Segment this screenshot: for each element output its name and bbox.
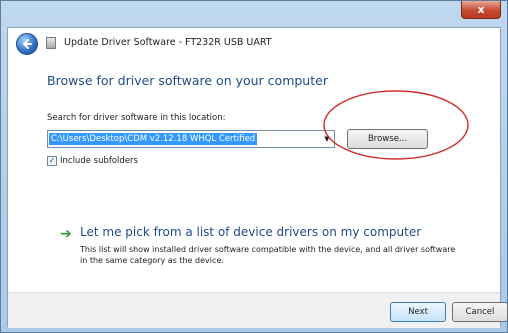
search-location-label: Search for driver software in this locat…: [47, 113, 226, 123]
path-input-value[interactable]: C:\Users\Desktop\CDM v2.12.18 WHQL Certi…: [49, 133, 258, 145]
pick-from-list-link[interactable]: Let me pick from a list of device driver…: [80, 225, 421, 239]
next-button[interactable]: Next: [390, 302, 446, 322]
dialog-content: Update Driver Software - FT232R USB UART…: [7, 27, 508, 328]
include-subfolders-checkbox[interactable]: ✓: [47, 156, 57, 166]
include-subfolders-label: Include subfolders: [60, 156, 138, 166]
back-button[interactable]: [16, 33, 38, 55]
checkmark-icon: ✓: [48, 156, 56, 165]
annotation-ellipse: [323, 90, 469, 160]
usb-device-icon: [46, 37, 56, 49]
back-arrow-icon: [23, 39, 32, 49]
close-icon: x: [477, 3, 485, 16]
include-subfolders-option[interactable]: ✓ Include subfolders: [47, 156, 138, 166]
dialog-footer: Next Cancel: [8, 292, 508, 328]
pick-from-list-description: This list will show installed driver sof…: [80, 245, 456, 265]
path-combobox[interactable]: C:\Users\Desktop\CDM v2.12.18 WHQL Certi…: [47, 130, 335, 148]
green-arrow-icon: ➔: [60, 226, 72, 242]
dialog-window: x Update Driver Software - FT232R USB UA…: [0, 0, 508, 333]
window-title: Update Driver Software - FT232R USB UART: [64, 37, 272, 48]
close-button[interactable]: x: [461, 1, 501, 19]
page-heading: Browse for driver software on your compu…: [47, 73, 328, 88]
cancel-button[interactable]: Cancel: [452, 302, 508, 322]
dialog-header: Update Driver Software - FT232R USB UART: [8, 28, 500, 60]
title-bar: x: [1, 1, 507, 27]
